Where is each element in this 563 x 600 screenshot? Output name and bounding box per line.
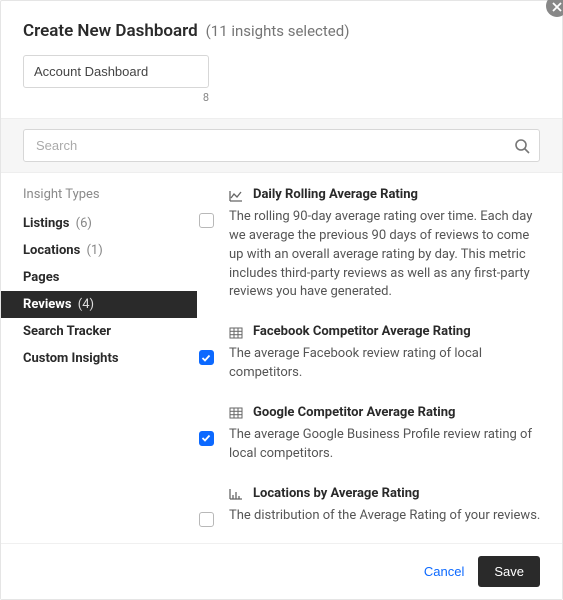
modal-body: Insight Types Listings (6)Locations (1)P… xyxy=(1,173,562,543)
sidebar-item-label: Pages xyxy=(23,270,59,285)
table-icon xyxy=(229,325,243,339)
sidebar: Insight Types Listings (6)Locations (1)P… xyxy=(1,173,197,543)
dashboard-name-row: 8 xyxy=(1,55,562,118)
selected-count: (11 insights selected) xyxy=(206,22,350,40)
sidebar-item-label: Reviews xyxy=(23,297,72,312)
sidebar-heading: Insight Types xyxy=(1,187,197,210)
modal-header: Create New Dashboard (11 insights select… xyxy=(1,1,562,55)
close-icon xyxy=(552,0,562,16)
insight-title: Locations by Average Rating xyxy=(253,486,419,501)
insight-row: Locations by Average Rating The distribut… xyxy=(197,486,544,527)
sidebar-item-reviews[interactable]: Reviews (4) xyxy=(1,291,197,318)
bar-chart-icon xyxy=(229,486,243,500)
sidebar-item-custom-insights[interactable]: Custom Insights xyxy=(1,345,197,372)
sidebar-item-count: (1) xyxy=(83,243,103,258)
modal-footer: Cancel Save xyxy=(1,543,562,599)
save-button[interactable]: Save xyxy=(478,556,540,587)
modal-title: Create New Dashboard xyxy=(23,21,198,41)
search-input[interactable] xyxy=(23,129,540,162)
insight-checkbox[interactable] xyxy=(199,213,214,228)
table-icon xyxy=(229,405,243,419)
insight-row: Facebook Competitor Average Rating The av… xyxy=(197,324,544,383)
dashboard-name-input[interactable] xyxy=(23,55,209,88)
search-icon xyxy=(514,138,530,154)
sidebar-item-label: Custom Insights xyxy=(23,351,119,366)
insights-list[interactable]: Daily Rolling Average Rating The rolling … xyxy=(197,173,562,543)
insight-description: The rolling 90-day average rating over t… xyxy=(229,208,544,302)
insight-title: Daily Rolling Average Rating xyxy=(253,187,418,202)
sidebar-item-pages[interactable]: Pages xyxy=(1,264,197,291)
sidebar-item-search-tracker[interactable]: Search Tracker xyxy=(1,318,197,345)
sidebar-item-label: Listings xyxy=(23,216,69,231)
cancel-button[interactable]: Cancel xyxy=(424,564,464,579)
sidebar-item-label: Locations xyxy=(23,243,80,258)
create-dashboard-modal: Create New Dashboard (11 insights select… xyxy=(0,0,563,600)
search-row xyxy=(1,118,562,173)
insight-description: The average Google Business Profile revi… xyxy=(229,426,544,464)
insight-description: The average Facebook review rating of lo… xyxy=(229,345,544,383)
insight-checkbox[interactable] xyxy=(199,512,214,527)
char-count: 8 xyxy=(23,91,209,104)
insight-title: Facebook Competitor Average Rating xyxy=(253,324,471,339)
insight-description: The distribution of the Average Rating o… xyxy=(229,507,544,526)
sidebar-item-count: (6) xyxy=(72,216,92,231)
insight-title: Google Competitor Average Rating xyxy=(253,405,455,420)
sidebar-item-listings[interactable]: Listings (6) xyxy=(1,210,197,237)
sidebar-item-locations[interactable]: Locations (1) xyxy=(1,237,197,264)
insight-row: Daily Rolling Average Rating The rolling … xyxy=(197,187,544,302)
sidebar-item-label: Search Tracker xyxy=(23,324,111,339)
insight-row: Google Competitor Average Rating The aver… xyxy=(197,405,544,464)
insight-checkbox[interactable] xyxy=(199,350,214,365)
line-chart-icon xyxy=(229,188,243,202)
insight-checkbox[interactable] xyxy=(199,431,214,446)
sidebar-item-count: (4) xyxy=(75,297,95,312)
